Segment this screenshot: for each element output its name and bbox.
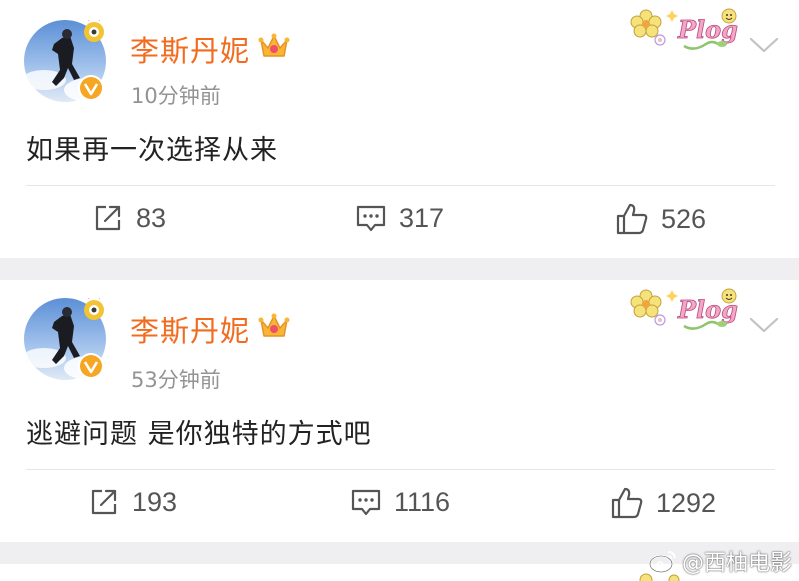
- plog-sticker: Plog: [626, 2, 744, 60]
- post-text: 逃避问题 是你独特的方式吧: [26, 419, 372, 450]
- comment-icon: [356, 205, 386, 232]
- post-timestamp: 10分钟前: [131, 84, 221, 108]
- repost-count: 83: [136, 202, 167, 233]
- watermark: @西柚电影: [648, 543, 792, 579]
- like-count: 526: [661, 203, 707, 234]
- username[interactable]: 李斯丹妮: [130, 308, 250, 350]
- chevron-down-icon[interactable]: [749, 36, 779, 58]
- plog-sticker: Plog: [626, 282, 744, 340]
- avatar[interactable]: [24, 298, 106, 380]
- repost-icon: [91, 489, 117, 515]
- weibo-logo-icon: [649, 551, 676, 573]
- post-timestamp: 53分钟前: [131, 368, 221, 392]
- crown-icon: [258, 32, 290, 64]
- like-count: 1292: [656, 487, 717, 518]
- repost-button[interactable]: 193: [88, 486, 177, 518]
- weibo-feed: 李斯丹妮 10分钟前 Plog 如果再一次选择从来 83 317 526 李斯丹…: [0, 0, 799, 581]
- avatar[interactable]: [24, 20, 106, 102]
- divider: [26, 185, 775, 186]
- comment-button[interactable]: 317: [355, 202, 444, 234]
- post-card[interactable]: 李斯丹妮 53分钟前 Plog 逃避问题 是你独特的方式吧 193 1116 1…: [0, 280, 799, 542]
- comment-icon: [351, 489, 381, 516]
- comment-button[interactable]: 1116: [350, 486, 450, 518]
- repost-button[interactable]: 83: [92, 202, 166, 234]
- repost-icon: [95, 205, 121, 231]
- repost-count: 193: [132, 486, 178, 517]
- post-card[interactable]: 李斯丹妮 10分钟前 Plog 如果再一次选择从来 83 317 526: [0, 0, 799, 258]
- like-icon: [616, 203, 648, 235]
- verified-badge-icon: [80, 77, 102, 99]
- comment-count: 1116: [394, 486, 451, 517]
- like-button[interactable]: 1292: [610, 486, 716, 520]
- like-icon: [611, 487, 643, 519]
- divider: [26, 469, 775, 470]
- verified-badge-icon: [80, 355, 102, 377]
- watermark-text: @西柚电影: [682, 551, 793, 576]
- post-text: 如果再一次选择从来: [26, 135, 278, 166]
- username[interactable]: 李斯丹妮: [130, 28, 250, 70]
- crown-icon: [258, 312, 290, 344]
- chevron-down-icon[interactable]: [749, 316, 779, 338]
- flower-icon: [630, 9, 662, 38]
- like-button[interactable]: 526: [615, 202, 706, 236]
- comment-count: 317: [399, 202, 445, 233]
